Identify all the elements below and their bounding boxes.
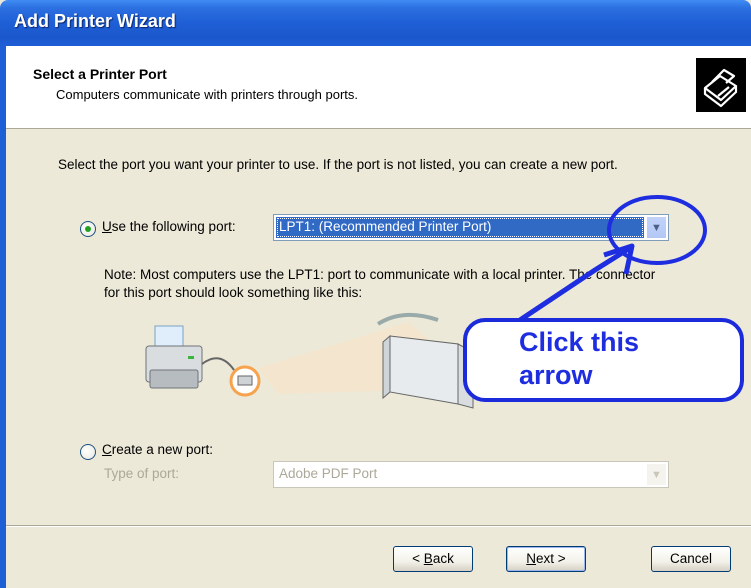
annotation-line-2: arrow [519,360,593,390]
annotation-line-1: Click this [519,327,640,357]
annotation-overlay [518,195,707,323]
annotation-callout-text: Click this arrow [519,326,639,392]
annotation-arrow-line [518,245,632,323]
